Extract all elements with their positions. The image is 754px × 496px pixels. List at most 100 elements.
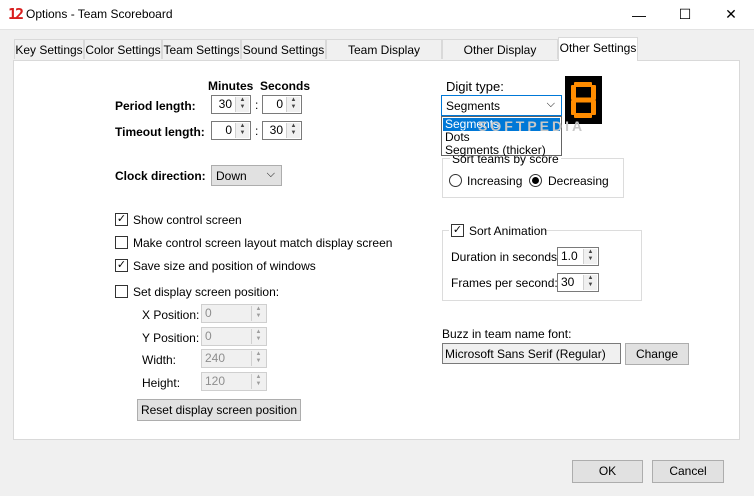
buzz-font-field: Microsoft Sans Serif (Regular) (442, 343, 621, 364)
x-position-value: 0 (205, 306, 212, 320)
down-arrow-icon: ▼ (290, 130, 297, 136)
period-seconds-value: 0 (276, 97, 283, 111)
down-arrow-icon: ▼ (587, 256, 594, 262)
x-position-spinner: 0 ▲ ▼ (201, 304, 267, 323)
save-size-label: Save size and position of windows (133, 259, 316, 273)
chevron-down-icon: ⌵ (546, 98, 555, 110)
frames-spinner[interactable]: 30 ▲ ▼ (557, 273, 599, 292)
spinner-arrows[interactable]: ▲ ▼ (235, 97, 249, 112)
up-arrow-icon: ▲ (255, 374, 262, 380)
maximize-button[interactable]: ☐ (662, 0, 708, 29)
set-position-label: Set display screen position: (133, 285, 280, 299)
width-label: Width: (142, 353, 177, 367)
height-label: Height: (142, 376, 181, 390)
digit-type-label: Digit type: (446, 79, 504, 94)
width-value: 240 (205, 351, 226, 365)
digit-preview (565, 76, 602, 124)
digit-preview-icon (571, 82, 596, 118)
timeout-seconds-spinner[interactable]: 30 ▲ ▼ (262, 121, 302, 140)
maximize-icon: ☐ (678, 6, 692, 22)
y-position-value: 0 (205, 329, 212, 343)
down-arrow-icon: ▼ (255, 336, 262, 342)
up-arrow-icon: ▲ (255, 351, 262, 357)
spinner-arrows[interactable]: ▲ ▼ (583, 275, 597, 290)
down-arrow-icon: ▼ (239, 104, 246, 110)
buzz-font-value: Microsoft Sans Serif (Regular) (445, 347, 606, 361)
timeout-minutes-spinner[interactable]: 0 ▲ ▼ (211, 121, 251, 140)
digit-option-segments-thicker[interactable]: Segments (thicker) (443, 144, 560, 157)
frames-value: 30 (561, 275, 575, 289)
spinner-arrows[interactable]: ▲ ▼ (235, 123, 249, 138)
clock-direction-value: Down (216, 169, 247, 183)
title-bar: 12 Options - Team Scoreboard — ☐ ✕ (0, 0, 754, 29)
spinner-arrows[interactable]: ▲ ▼ (583, 249, 597, 264)
spinner-arrows[interactable]: ▲ ▼ (286, 123, 300, 138)
spinner-arrows[interactable]: ▲ ▼ (286, 97, 300, 112)
set-position-checkbox[interactable] (115, 285, 128, 298)
close-button[interactable]: ✕ (708, 0, 754, 29)
up-arrow-icon: ▲ (290, 97, 297, 103)
seconds-header: Seconds (260, 79, 311, 93)
buzz-font-label: Buzz in team name font: (442, 327, 572, 341)
minutes-header: Minutes (208, 79, 254, 93)
reset-position-button[interactable]: Reset display screen position (137, 399, 301, 421)
duration-value: 1.0 (561, 249, 578, 263)
y-position-spinner: 0 ▲ ▼ (201, 327, 267, 346)
chevron-down-icon: ⌵ (266, 168, 275, 180)
spinner-arrows: ▲ ▼ (251, 329, 265, 344)
tab-color-settings[interactable]: Color Settings (84, 39, 162, 59)
sort-animation-group (442, 230, 642, 301)
minimize-button[interactable]: — (616, 0, 662, 29)
up-arrow-icon: ▲ (255, 306, 262, 312)
tab-sound-settings[interactable]: Sound Settings (241, 39, 326, 59)
down-arrow-icon: ▼ (239, 130, 246, 136)
decreasing-radio[interactable] (529, 174, 542, 187)
x-position-label: X Position: (142, 308, 200, 322)
tab-other-display-settings[interactable]: Other Display Settings (442, 39, 558, 77)
close-icon: ✕ (725, 6, 737, 22)
up-arrow-icon: ▲ (239, 123, 246, 129)
frames-label: Frames per second: (451, 276, 558, 290)
sort-animation-checkbox[interactable]: ✓ (451, 224, 464, 237)
digit-type-value: Segments (446, 99, 501, 113)
cancel-button[interactable]: Cancel (652, 460, 724, 483)
match-layout-label: Make control screen layout match display… (133, 236, 393, 250)
window-title: Options - Team Scoreboard (26, 7, 173, 21)
period-length-label: Period length: (115, 99, 196, 113)
time-separator: : (255, 124, 259, 138)
duration-label: Duration in seconds: (451, 250, 561, 264)
down-arrow-icon: ▼ (255, 358, 262, 364)
duration-spinner[interactable]: 1.0 ▲ ▼ (557, 247, 599, 266)
up-arrow-icon: ▲ (587, 249, 594, 255)
down-arrow-icon: ▼ (587, 282, 594, 288)
period-minutes-spinner[interactable]: 30 ▲ ▼ (211, 95, 251, 114)
tab-other-settings[interactable]: Other Settings (558, 37, 638, 61)
ok-button[interactable]: OK (572, 460, 643, 483)
increasing-radio[interactable] (449, 174, 462, 187)
width-spinner: 240 ▲ ▼ (201, 349, 267, 368)
period-seconds-spinner[interactable]: 0 ▲ ▼ (262, 95, 302, 114)
up-arrow-icon: ▲ (239, 97, 246, 103)
match-layout-checkbox[interactable] (115, 236, 128, 249)
height-spinner: 120 ▲ ▼ (201, 372, 267, 391)
digit-type-dropdown[interactable]: Segments ⌵ (441, 95, 562, 116)
clock-direction-dropdown[interactable]: Down ⌵ (211, 165, 282, 186)
app-icon: 12 (8, 5, 24, 23)
timeout-minutes-value: 0 (225, 123, 232, 137)
change-font-button[interactable]: Change (625, 343, 689, 365)
watermark: SOFTPEDIA (478, 118, 586, 134)
tab-team-display-settings[interactable]: Team Display Settings (326, 39, 442, 77)
y-position-label: Y Position: (142, 331, 200, 345)
up-arrow-icon: ▲ (587, 275, 594, 281)
spinner-arrows: ▲ ▼ (251, 351, 265, 366)
clock-direction-label: Clock direction: (115, 169, 206, 183)
tab-team-settings[interactable]: Team Settings (162, 39, 241, 59)
up-arrow-icon: ▲ (290, 123, 297, 129)
sort-animation-label: Sort Animation (469, 224, 548, 238)
save-size-checkbox[interactable]: ✓ (115, 259, 128, 272)
show-control-screen-checkbox[interactable]: ✓ (115, 213, 128, 226)
tab-key-settings[interactable]: Key Settings (14, 39, 84, 59)
spinner-arrows: ▲ ▼ (251, 374, 265, 389)
height-value: 120 (205, 374, 226, 388)
timeout-length-label: Timeout length: (115, 125, 205, 139)
